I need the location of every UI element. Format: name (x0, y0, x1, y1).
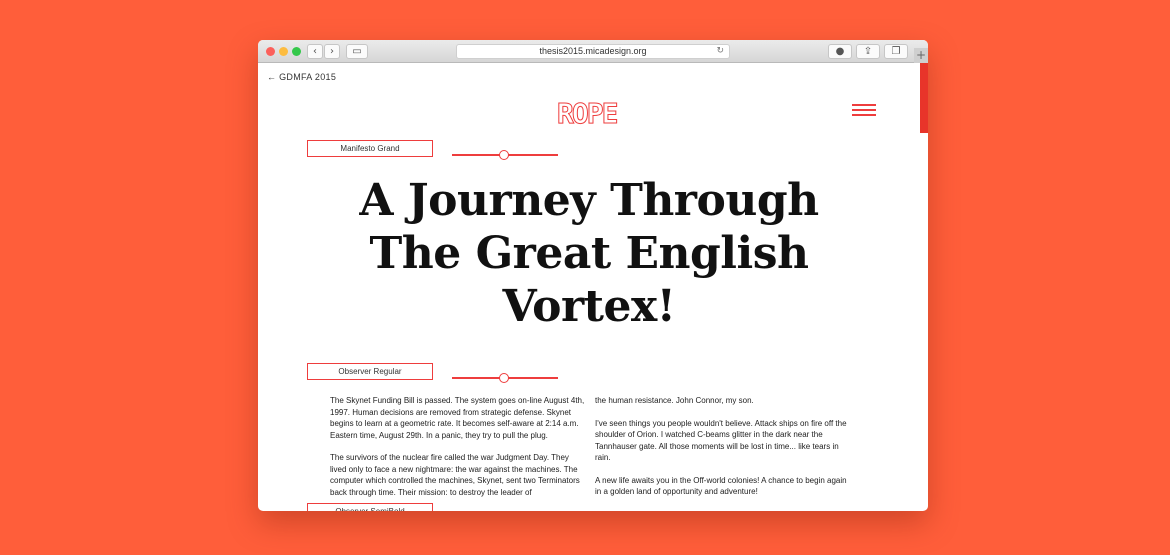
paragraph: I've seen things you people wouldn't bel… (595, 418, 847, 463)
font-label-observer-regular: Observer Regular (307, 363, 433, 380)
headline-line: Vortex! (502, 281, 677, 332)
paragraph: A new life awaits you in the Off-world c… (595, 475, 847, 497)
paragraph: The survivors of the nuclear fire called… (330, 453, 580, 497)
site-logo[interactable]: ROPE (556, 97, 618, 131)
browser-toolbar: ‹ › ▭ thesis2015.micadesign.org ↻ ● ⇪ ❐ … (258, 40, 928, 63)
paragraph: The Skynet Funding Bill is passed. The s… (330, 396, 585, 440)
headline-line: A Journey Through (359, 175, 819, 226)
chevron-left-icon: ‹ (313, 46, 317, 57)
minimize-window-button[interactable] (279, 47, 288, 56)
tabs-icon: ❐ (891, 46, 901, 57)
size-slider[interactable] (452, 150, 558, 160)
download-button[interactable]: ● (828, 44, 852, 59)
download-icon: ● (835, 46, 845, 57)
url-text: thesis2015.micadesign.org (539, 46, 647, 56)
slider-handle[interactable] (499, 150, 509, 160)
back-link[interactable]: ← GDMFA 2015 (267, 72, 336, 82)
headline-line: The Great English (369, 228, 809, 279)
share-icon: ⇪ (863, 46, 873, 57)
zoom-window-button[interactable] (292, 47, 301, 56)
sidebar-icon: ▭ (352, 46, 362, 57)
new-tab-button[interactable]: + (914, 48, 928, 63)
sidebar-button[interactable]: ▭ (346, 44, 368, 59)
chevron-right-icon: › (330, 46, 334, 57)
reload-icon[interactable]: ↻ (716, 45, 724, 58)
paragraph: the human resistance. John Connor, my so… (595, 396, 754, 405)
share-button[interactable]: ⇪ (856, 44, 880, 59)
hamburger-menu-icon[interactable] (852, 104, 876, 117)
back-nav-button[interactable]: ‹ (307, 44, 323, 59)
font-label-observer-semibold: Observer SemiBold (307, 503, 433, 511)
text-column-left: The Skynet Funding Bill is passed. The s… (330, 395, 585, 509)
browser-window: ‹ › ▭ thesis2015.micadesign.org ↻ ● ⇪ ❐ … (258, 40, 928, 511)
forward-nav-button[interactable]: › (324, 44, 340, 59)
slider-handle[interactable] (499, 373, 509, 383)
close-window-button[interactable] (266, 47, 275, 56)
specimen-body-text: The Skynet Funding Bill is passed. The s… (330, 395, 850, 509)
show-tabs-button[interactable]: ❐ (884, 44, 908, 59)
address-bar[interactable]: thesis2015.micadesign.org ↻ (456, 44, 730, 59)
specimen-headline: A Journey Through The Great English Vort… (298, 174, 880, 333)
size-slider[interactable] (452, 373, 558, 383)
font-label-manifesto-grand: Manifesto Grand (307, 140, 433, 157)
text-column-right: the human resistance. John Connor, my so… (595, 395, 850, 509)
scrollbar-thumb[interactable] (920, 63, 928, 133)
